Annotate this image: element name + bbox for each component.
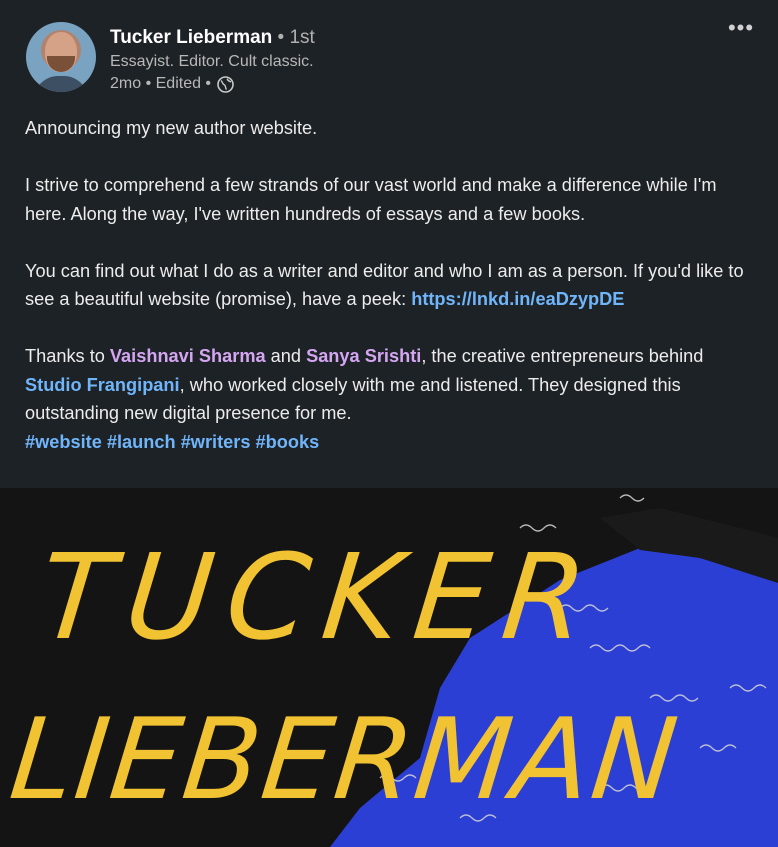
author-avatar[interactable] bbox=[26, 22, 96, 92]
company-studio-frangipani[interactable]: Studio Frangipani bbox=[25, 375, 180, 395]
thanks-text: Thanks to bbox=[25, 346, 110, 366]
hashtag-website[interactable]: #website bbox=[25, 432, 102, 452]
post-paragraph-1: Announcing my new author website. bbox=[25, 118, 318, 138]
avatar-beard bbox=[47, 56, 75, 72]
mention-sanya-srishti[interactable]: Sanya Srishti bbox=[306, 346, 421, 366]
post-image[interactable]: TUCKER LIEBERMAN bbox=[0, 488, 778, 847]
post-card: Tucker Lieberman • 1st Essayist. Editor.… bbox=[0, 0, 778, 847]
more-options-button[interactable]: ••• bbox=[726, 17, 756, 44]
post-paragraph-3: You can find out what I do as a writer a… bbox=[25, 257, 755, 314]
image-title-line1: TUCKER bbox=[33, 528, 606, 666]
hashtag-books[interactable]: #books bbox=[256, 432, 320, 452]
post-timestamp: 2mo • Edited • bbox=[110, 75, 212, 92]
website-link[interactable]: https://lnkd.in/eaDzypDE bbox=[411, 289, 624, 309]
post-body: Announcing my new author website. I stri… bbox=[25, 114, 755, 456]
post-paragraph-4: Thanks to Vaishnavi Sharma and Sanya Sri… bbox=[25, 342, 755, 456]
post-paragraph-3-text: You can find out what I do as a writer a… bbox=[25, 260, 744, 310]
avatar-shirt bbox=[34, 76, 88, 92]
and-text: and bbox=[265, 346, 307, 366]
post-header: Tucker Lieberman • 1st Essayist. Editor.… bbox=[26, 17, 758, 98]
post-paragraph-2: I strive to comprehend a few strands of … bbox=[25, 175, 717, 224]
image-title-line2: LIEBERMAN bbox=[5, 695, 685, 825]
hashtag-writers[interactable]: #writers bbox=[181, 432, 251, 452]
mention-vaishnavi-sharma[interactable]: Vaishnavi Sharma bbox=[110, 346, 266, 366]
connection-degree: • 1st bbox=[272, 27, 315, 48]
globe-icon bbox=[217, 75, 234, 93]
entrepreneurs-text: , the creative entrepreneurs behind bbox=[421, 346, 704, 366]
post-image-artwork: TUCKER LIEBERMAN bbox=[0, 488, 778, 847]
author-meta: Tucker Lieberman • 1st Essayist. Editor.… bbox=[110, 26, 315, 95]
author-headline: Essayist. Editor. Cult classic. bbox=[110, 53, 314, 70]
author-name-line: Tucker Lieberman • 1st bbox=[110, 26, 315, 50]
post-timestamp-line: 2mo • Edited • bbox=[110, 73, 315, 95]
hashtag-launch[interactable]: #launch bbox=[107, 432, 176, 452]
author-name[interactable]: Tucker Lieberman bbox=[110, 27, 272, 48]
